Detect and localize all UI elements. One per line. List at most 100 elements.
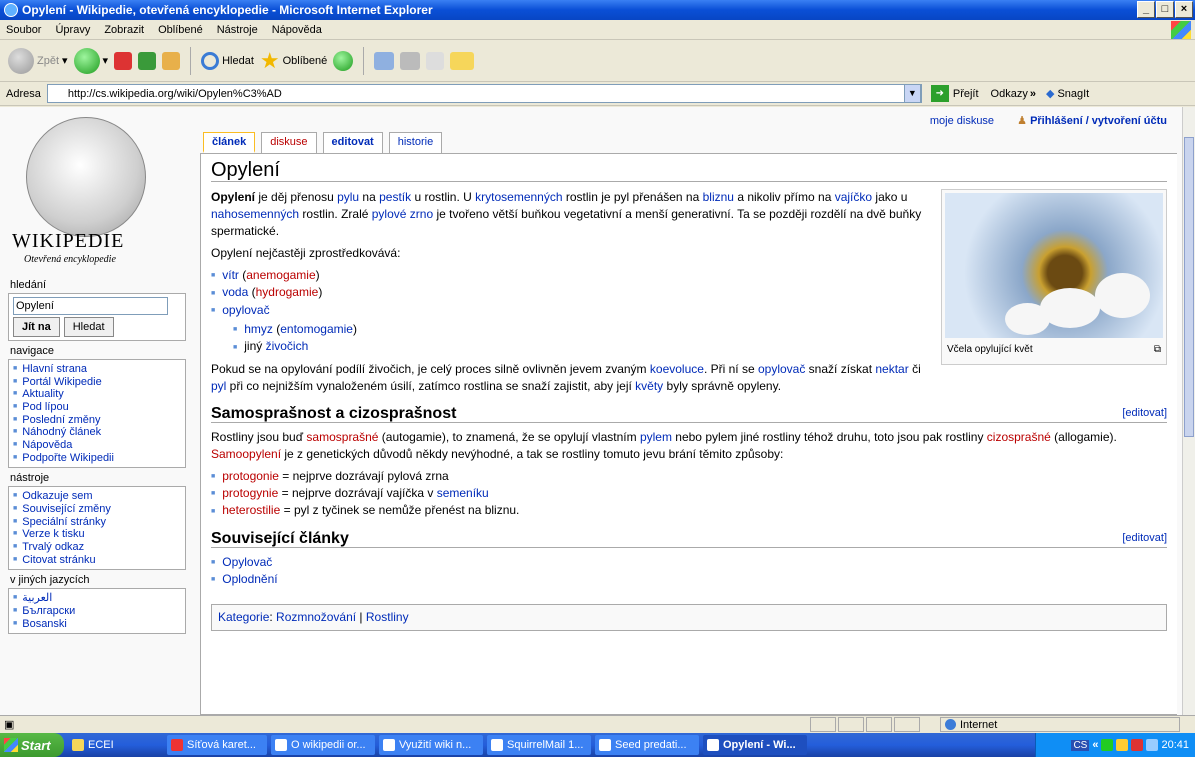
lang-arabic[interactable]: العربية: [13, 592, 185, 605]
image-thumbnail[interactable]: Včela opylující květ ⧉: [941, 189, 1167, 365]
refresh-icon[interactable]: [138, 51, 157, 70]
status-bar: ▣ Internet: [0, 715, 1195, 733]
close-button[interactable]: ×: [1175, 1, 1193, 18]
print-icon[interactable]: [400, 51, 421, 70]
tab-edit[interactable]: editovat: [322, 132, 383, 153]
link-pestik[interactable]: pestík: [379, 190, 411, 204]
enlarge-icon[interactable]: ⧉: [1154, 341, 1161, 358]
maximize-button[interactable]: □: [1156, 1, 1174, 18]
menu-file[interactable]: Soubor: [6, 24, 41, 36]
tray-icon[interactable]: [1116, 739, 1129, 751]
search-input[interactable]: [13, 297, 168, 315]
wikipedia-logo[interactable]: Wikipedie Otevřená encyklopedie: [8, 109, 188, 279]
tools-heading: nástroje: [10, 472, 50, 485]
link-pylove-zrno[interactable]: pylové zrno: [372, 207, 433, 221]
nav-help[interactable]: Nápověda: [13, 439, 185, 452]
tray-icon[interactable]: [1131, 739, 1144, 751]
list-item: protogonie = nejprve dozrávají pylová zr…: [211, 468, 1167, 485]
forward-arrow-icon: [73, 47, 100, 74]
search-button[interactable]: Hledat: [201, 51, 254, 70]
address-dropdown[interactable]: ▼: [903, 84, 921, 103]
window-titlebar[interactable]: Opylení - Wikipedie, otevřená encykloped…: [0, 0, 1195, 20]
menu-help[interactable]: Nápověda: [272, 24, 322, 36]
link-nahosemenne[interactable]: nahosemenných: [211, 207, 299, 221]
link-blizna[interactable]: bliznu: [703, 190, 734, 204]
mail-icon[interactable]: [374, 51, 395, 70]
menu-edit[interactable]: Úpravy: [55, 24, 90, 36]
menu-favorites[interactable]: Oblíbené: [158, 24, 203, 36]
lang-bosnian[interactable]: Bosanski: [13, 618, 185, 631]
tab-history[interactable]: historie: [388, 132, 443, 153]
nav-current-events[interactable]: Aktuality: [13, 388, 185, 401]
fulltext-search-button[interactable]: Hledat: [63, 317, 114, 337]
link-pyl[interactable]: pylu: [337, 190, 359, 204]
favorites-button[interactable]: ★ Oblíbené: [260, 48, 327, 74]
tab-article[interactable]: článek: [203, 132, 256, 153]
page-icon: ▣: [4, 719, 15, 731]
vertical-scrollbar[interactable]: [1182, 107, 1195, 715]
tool-cite-page[interactable]: Citovat stránku: [13, 554, 185, 567]
tool-permanent-link[interactable]: Trvalý odkaz: [13, 541, 185, 554]
folder-icon[interactable]: [450, 51, 475, 70]
nav-recent-changes[interactable]: Poslední změny: [13, 414, 185, 427]
snagit-button[interactable]: SnagIt: [1057, 88, 1089, 100]
go-button[interactable]: Přejít: [953, 88, 979, 100]
task-word-1[interactable]: O wikipedii or...: [271, 735, 375, 755]
menu-tools[interactable]: Nástroje: [217, 24, 258, 36]
back-button[interactable]: Zpět ▾: [8, 47, 68, 74]
tools-portlet: nástroje Odkazuje sem Související změny …: [4, 472, 194, 571]
section-heading-related: Související články [editovat]: [211, 529, 1167, 548]
lang-bulgarian[interactable]: Български: [13, 605, 185, 618]
my-talk-link[interactable]: moje diskuse: [930, 115, 994, 127]
language-indicator[interactable]: CS: [1071, 739, 1090, 751]
task-opyleni[interactable]: Opylení - Wi...: [703, 735, 807, 755]
page-tabs: článek diskuse editovat historie: [203, 132, 443, 153]
address-input[interactable]: [46, 84, 922, 103]
bee-flower-image[interactable]: [945, 193, 1163, 338]
page-title: Opylení: [211, 160, 1167, 182]
link-vajicko[interactable]: vajíčko: [835, 190, 872, 204]
tab-discussion[interactable]: diskuse: [261, 132, 317, 153]
tray-icon[interactable]: [1101, 739, 1114, 751]
task-network[interactable]: Síťová karet...: [167, 735, 267, 755]
forward-button[interactable]: ▾: [73, 47, 108, 74]
task-ecei[interactable]: ECEI: [68, 735, 163, 755]
edit-section-link[interactable]: [editovat]: [1122, 405, 1167, 422]
toolbar: Zpět ▾ ▾ Hledat ★ Oblíbené: [0, 40, 1195, 82]
search-icon: [201, 51, 220, 70]
tool-special-pages[interactable]: Speciální stránky: [13, 516, 185, 529]
minimize-button[interactable]: _: [1137, 1, 1155, 18]
window-title: Opylení - Wikipedie, otevřená encykloped…: [22, 3, 433, 17]
stop-icon[interactable]: [114, 51, 133, 70]
task-squirrelmail[interactable]: SquirrelMail 1...: [487, 735, 591, 755]
login-link[interactable]: Přihlášení / vytvoření účtu: [1030, 115, 1167, 127]
image-caption: Včela opylující květ: [947, 344, 1033, 355]
links-button[interactable]: Odkazy: [991, 88, 1028, 100]
list-item: Opylovač: [211, 554, 1167, 571]
nav-donate[interactable]: Podpořte Wikipedii: [13, 452, 185, 465]
windows-logo-icon: [1171, 21, 1191, 39]
go-search-button[interactable]: Jít na: [13, 317, 60, 337]
nav-portal[interactable]: Portál Wikipedie: [13, 376, 185, 389]
task-seed-predation[interactable]: Seed predati...: [595, 735, 699, 755]
menu-view[interactable]: Zobrazit: [104, 24, 144, 36]
tool-printable-version[interactable]: Verze k tisku: [13, 528, 185, 541]
nav-random-article[interactable]: Náhodný článek: [13, 426, 185, 439]
logo-wordmark: Wikipedie: [12, 230, 125, 252]
tool-what-links-here[interactable]: Odkazuje sem: [13, 490, 185, 503]
back-arrow-icon: [8, 47, 34, 74]
sidebar: hledání Jít na Hledat navigace Hlavní st…: [4, 275, 194, 635]
nav-main-page[interactable]: Hlavní strana: [13, 363, 185, 376]
start-button[interactable]: Start: [0, 733, 64, 757]
nav-village-pump[interactable]: Pod lípou: [13, 401, 185, 414]
link-krytosemenne[interactable]: krytosemenných: [475, 190, 562, 204]
tool-related-changes[interactable]: Související změny: [13, 503, 185, 516]
go-arrow-icon[interactable]: ➜: [930, 85, 949, 102]
history-icon[interactable]: [333, 50, 354, 71]
edit-icon[interactable]: [426, 51, 445, 70]
tray-icon[interactable]: [1146, 739, 1159, 751]
edit-section-link[interactable]: [editovat]: [1122, 530, 1167, 547]
task-word-2[interactable]: Využití wiki n...: [379, 735, 483, 755]
languages-portlet: v jiných jazycích العربية Български Bosa…: [4, 574, 194, 635]
home-icon[interactable]: [162, 51, 181, 70]
